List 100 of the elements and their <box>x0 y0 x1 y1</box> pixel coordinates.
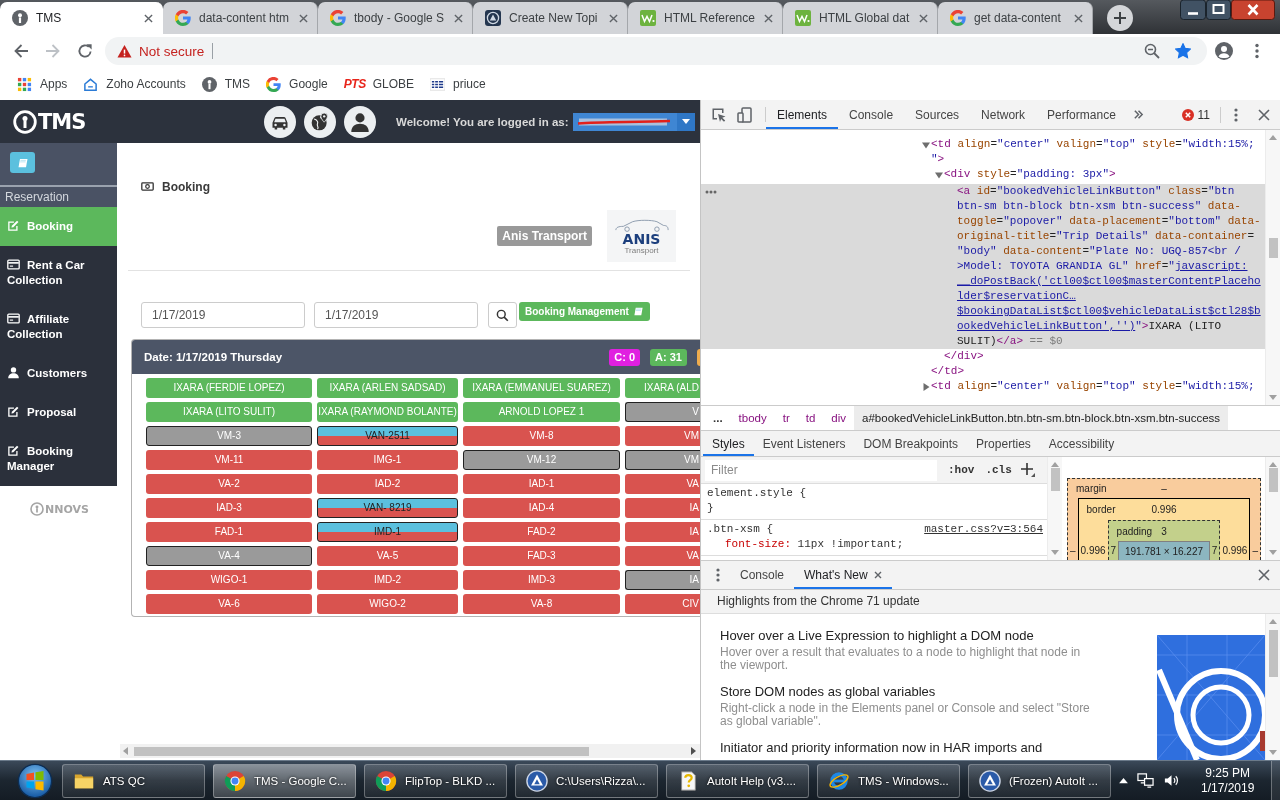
close-tab-icon[interactable] <box>454 13 463 23</box>
style-toggle[interactable]: .cls <box>985 464 1012 476</box>
devtools-tab[interactable]: Network <box>970 100 1037 129</box>
vehicle-button[interactable]: FAD-2 <box>463 522 620 542</box>
vehicle-button[interactable]: VA-2 <box>146 474 312 494</box>
caret-icon[interactable] <box>935 170 943 179</box>
vehicle-button[interactable]: IAD-1 <box>463 474 620 494</box>
scroll-right-icon[interactable] <box>691 747 696 755</box>
vehicle-button[interactable]: VA-6 <box>146 594 312 614</box>
devtools-tab[interactable]: Sources <box>904 100 971 129</box>
sidebar-item[interactable]: Affiliate Collection <box>0 300 117 354</box>
scroll-thumb[interactable] <box>1268 238 1278 258</box>
vehicle-button[interactable]: IAD-3 <box>146 498 312 518</box>
start-icon[interactable] <box>15 761 55 800</box>
panel-tab[interactable]: Accessibility <box>1039 431 1124 456</box>
vehicle-button[interactable]: FAD-3 <box>463 546 620 566</box>
bookmark-link[interactable]: Apps <box>17 76 68 92</box>
scroll-thumb[interactable] <box>134 746 589 756</box>
volume-icon[interactable] <box>1163 772 1180 789</box>
vehicle-button[interactable]: CIV <box>625 594 700 614</box>
more-icon[interactable] <box>1234 107 1238 122</box>
vertical-scrollbar[interactable] <box>1265 130 1280 405</box>
error-counter[interactable]: 11 <box>1181 106 1221 123</box>
close-icon[interactable] <box>1258 108 1270 121</box>
vehicle-button[interactable]: VA <box>625 474 700 494</box>
vehicle-button[interactable]: IMD-1 <box>317 522 458 542</box>
user-dropdown[interactable] <box>572 112 695 131</box>
breadcrumb[interactable]: div <box>823 406 855 430</box>
vehicle-button[interactable]: IMD-2 <box>317 570 458 590</box>
sidebar-item[interactable]: Rent a Car Collection <box>0 246 117 300</box>
horizontal-scrollbar[interactable] <box>120 744 700 758</box>
network-icon[interactable] <box>1137 772 1154 789</box>
scroll-thumb[interactable] <box>1050 468 1060 491</box>
panel-tab[interactable]: Properties <box>967 431 1040 456</box>
scroll-thumb[interactable] <box>1268 468 1278 492</box>
browser-tab[interactable]: HTML Reference <box>628 2 783 34</box>
vehicle-button[interactable]: VA-8 <box>463 594 620 614</box>
sidebar-toggle-button[interactable] <box>10 152 35 173</box>
vertical-scrollbar[interactable] <box>1047 457 1062 560</box>
device-icon[interactable] <box>737 106 753 123</box>
search-button[interactable] <box>488 302 517 328</box>
sidebar-item[interactable]: Customers <box>0 354 117 393</box>
devtools-tab[interactable]: Performance <box>1036 100 1127 129</box>
taskbar-button[interactable]: ATS QC <box>62 763 205 798</box>
vehicle-button[interactable]: VA <box>625 546 700 566</box>
panel-tab[interactable]: DOM Breakpoints <box>854 431 968 456</box>
more-tabs-icon[interactable] <box>1132 109 1144 120</box>
taskbar-button[interactable]: C:\Users\Rizza\... <box>515 763 658 798</box>
bookmark-link[interactable]: Google <box>266 76 328 92</box>
more-icon[interactable] <box>1255 43 1259 59</box>
taskbar-button[interactable]: FlipTop - BLKD ... <box>364 763 507 798</box>
date-field[interactable]: 1/17/2019 <box>141 302 305 328</box>
close-tab-icon[interactable] <box>609 13 618 23</box>
profile-icon[interactable] <box>1215 42 1233 60</box>
zoom-out-icon[interactable] <box>1144 43 1160 59</box>
date-field[interactable]: 1/17/2019 <box>314 302 478 328</box>
caret-icon[interactable] <box>922 140 930 149</box>
map-button[interactable] <box>304 105 336 138</box>
style-toggle[interactable]: :hov <box>948 464 975 476</box>
browser-tab[interactable]: tbody - Google S <box>318 2 473 34</box>
vehicle-button[interactable]: WIGO-2 <box>317 594 458 614</box>
scroll-thumb[interactable] <box>1268 630 1278 677</box>
devtools-tab[interactable]: Console <box>838 100 905 129</box>
panel-tab[interactable]: Event Listeners <box>753 431 855 456</box>
vehicle-button[interactable]: VM-8 <box>463 426 620 446</box>
vehicle-button[interactable] <box>264 105 296 138</box>
drawer-tab[interactable]: Console <box>730 561 795 589</box>
vertical-scrollbar[interactable] <box>1265 457 1280 560</box>
vehicle-button[interactable]: VAN- 8219 <box>317 498 458 518</box>
vehicle-button[interactable]: IMG-1 <box>317 450 458 470</box>
ellipsis-icon[interactable] <box>705 190 717 194</box>
breadcrumb[interactable]: tbody <box>730 406 775 430</box>
address-field[interactable]: Not secure <box>105 37 1207 65</box>
close-tab-icon[interactable] <box>764 13 773 23</box>
close-tab-icon[interactable] <box>299 13 308 23</box>
vehicle-button[interactable]: WIGO-1 <box>146 570 312 590</box>
close-tab-icon[interactable] <box>1074 13 1083 23</box>
vehicle-button[interactable]: IA <box>625 522 700 542</box>
maximize-icon[interactable] <box>1206 0 1231 20</box>
bookmark-link[interactable]: Zoho Accounts <box>83 76 186 92</box>
reload-icon[interactable] <box>77 43 93 59</box>
close-window-icon[interactable] <box>1231 0 1275 20</box>
sidebar-item[interactable]: Proposal <box>0 393 117 432</box>
vehicle-button[interactable]: VAN-2511 <box>317 426 458 446</box>
bookmark-link[interactable]: TMS <box>201 76 251 92</box>
devtools-tab[interactable]: Elements <box>766 100 839 129</box>
inspect-icon[interactable] <box>711 106 727 123</box>
new-tab-icon[interactable] <box>1107 5 1133 31</box>
back-icon[interactable] <box>13 43 29 59</box>
minimize-icon[interactable] <box>1180 0 1206 20</box>
taskbar-button[interactable]: (Frozen) AutoIt ... <box>968 763 1111 798</box>
breadcrumb[interactable]: ... <box>705 406 731 430</box>
close-icon[interactable] <box>1258 569 1270 581</box>
account-button[interactable] <box>344 105 376 138</box>
taskbar-button[interactable]: TMS - Google C... <box>213 763 356 798</box>
caret-icon[interactable] <box>922 382 930 391</box>
bookmark-link[interactable]: priuce <box>430 76 486 92</box>
vehicle-button[interactable]: FAD-1 <box>146 522 312 542</box>
taskbar-button[interactable]: TMS - Windows... <box>817 763 960 798</box>
more-icon[interactable] <box>716 568 720 582</box>
